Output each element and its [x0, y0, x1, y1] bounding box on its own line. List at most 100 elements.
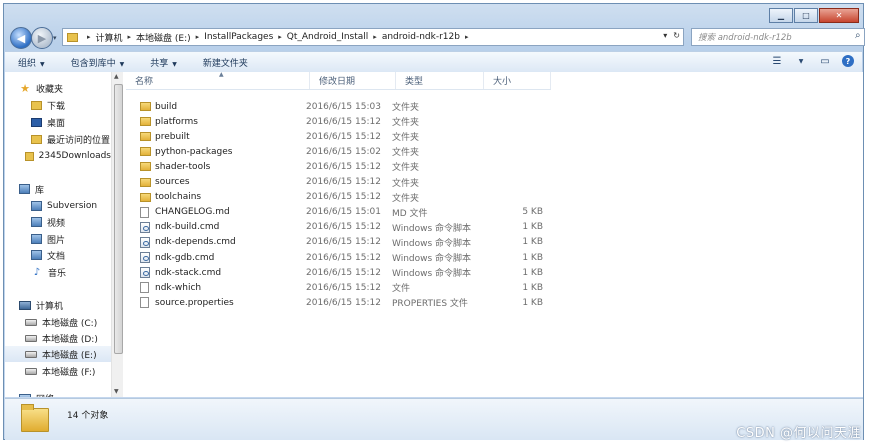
view-options-icon[interactable]: ☰ — [770, 55, 784, 67]
file-name: build — [155, 101, 178, 112]
file-list: 名称 ▲ 修改日期 类型 大小 build 2016/6/15 15:03 文件夹 p… — [126, 71, 863, 397]
sidebar-item-subversion[interactable]: Subversion — [5, 198, 111, 214]
breadcrumb-separator[interactable]: ▸ — [465, 33, 469, 41]
refresh-icon[interactable]: ↻ — [673, 31, 680, 40]
breadcrumb: ▸ 计算机 ▸ 本地磁盘 (E:) ▸ InstallPackages ▸ Qt… — [82, 31, 473, 44]
close-button[interactable]: ✕ — [819, 8, 859, 23]
breadcrumb-qt-android-install[interactable]: Qt_Android_Install — [287, 32, 369, 42]
table-row[interactable]: ndk-gdb.cmd 2016/6/15 15:12 Windows 命令脚本 1 … — [126, 250, 551, 265]
include-in-library-menu[interactable]: 包含到库中 ▼ — [58, 56, 138, 69]
maximize-button[interactable]: □ — [794, 8, 818, 23]
sidebar-item-recent[interactable]: 最近访问的位置 — [5, 131, 111, 147]
file-type-cell: 文件夹 — [392, 178, 420, 189]
forward-button[interactable]: ▶ — [31, 27, 53, 49]
table-row[interactable]: shader-tools 2016/6/15 15:12 文件夹 — [126, 159, 551, 174]
breadcrumb-separator[interactable]: ▸ — [373, 33, 377, 41]
sidebar-item-documents[interactable]: 文档 — [5, 247, 111, 263]
recent-pages-dropdown[interactable]: ▾ — [53, 34, 57, 42]
sidebar-item-desktop[interactable]: 桌面 — [5, 114, 111, 130]
search-input[interactable]: 搜索 android-ndk-r12b — [691, 28, 865, 46]
breadcrumb-separator[interactable]: ▸ — [278, 33, 282, 41]
breadcrumb-android-ndk[interactable]: android-ndk-r12b — [382, 32, 460, 42]
view-dropdown-icon[interactable]: ▼ — [794, 55, 808, 67]
file-name-cell[interactable]: python-packages — [126, 147, 306, 157]
folder-icon — [140, 177, 151, 187]
drive-icon — [25, 367, 37, 375]
sidebar-libraries[interactable]: 库 — [5, 181, 111, 197]
table-row[interactable]: CHANGELOG.md 2016/6/15 15:01 MD 文件 5 KB — [126, 205, 551, 220]
minimize-button[interactable]: ▁ — [769, 8, 793, 23]
file-name-cell[interactable]: prebuilt — [126, 132, 306, 142]
organize-menu[interactable]: 组织 ▼ — [5, 56, 58, 69]
file-name-cell[interactable]: ndk-stack.cmd — [126, 267, 306, 279]
address-dropdown-icon[interactable]: ▾ — [663, 31, 667, 40]
file-name-cell[interactable]: ndk-depends.cmd — [126, 236, 306, 248]
modified-date-cell: 2016/6/15 15:12 — [306, 267, 381, 278]
column-headers: 名称 ▲ 修改日期 类型 大小 — [126, 71, 551, 90]
breadcrumb-computer[interactable]: 计算机 — [96, 31, 123, 44]
address-bar[interactable]: ▸ 计算机 ▸ 本地磁盘 (E:) ▸ InstallPackages ▸ Qt… — [62, 28, 684, 46]
desktop-icon — [31, 117, 42, 127]
table-row[interactable]: ndk-stack.cmd 2016/6/15 15:12 Windows 命令脚本… — [126, 265, 551, 280]
column-header-type[interactable]: 类型 — [396, 72, 484, 89]
table-row[interactable]: ndk-build.cmd 2016/6/15 15:12 Windows 命令脚本… — [126, 220, 551, 235]
sidebar-network[interactable]: 网络 — [5, 390, 111, 397]
table-row[interactable]: python-packages 2016/6/15 15:02 文件夹 — [126, 144, 551, 159]
scroll-down-icon[interactable]: ▼ — [114, 388, 119, 395]
sidebar-item-videos[interactable]: 视频 — [5, 214, 111, 230]
scrollbar-thumb[interactable] — [114, 84, 123, 354]
sidebar-computer[interactable]: 计算机 — [5, 297, 111, 313]
table-row[interactable]: toolchains 2016/6/15 15:12 文件夹 — [126, 190, 551, 205]
file-name-cell[interactable]: platforms — [126, 117, 306, 127]
file-name-cell[interactable]: CHANGELOG.md — [126, 206, 306, 218]
column-date-label: 修改日期 — [319, 77, 356, 87]
file-name-cell[interactable]: ndk-which — [126, 282, 306, 294]
sidebar-item-pictures[interactable]: 图片 — [5, 231, 111, 247]
sidebar-item-music[interactable]: ♪ 音乐 — [5, 264, 111, 280]
table-row[interactable]: ndk-depends.cmd 2016/6/15 15:12 Windows 命令… — [126, 235, 551, 250]
column-header-name[interactable]: 名称 ▲ — [126, 71, 310, 89]
table-row[interactable]: sources 2016/6/15 15:12 文件夹 — [126, 175, 551, 190]
file-name-cell[interactable]: build — [126, 102, 306, 112]
back-button[interactable]: ◀ — [10, 27, 32, 49]
sidebar-favorites[interactable]: ★ 收藏夹 — [5, 80, 111, 96]
breadcrumb-separator[interactable]: ▸ — [128, 33, 132, 41]
column-header-size[interactable]: 大小 — [484, 72, 551, 89]
sidebar-item-2345downloads[interactable]: 2345Downloads — [5, 148, 111, 164]
table-row[interactable]: build 2016/6/15 15:03 文件夹 — [126, 99, 551, 114]
file-name-cell[interactable]: source.properties — [126, 297, 306, 309]
file-name-cell[interactable]: toolchains — [126, 192, 306, 202]
file-name: source.properties — [155, 297, 234, 308]
caption-buttons: ▁ □ ✕ — [768, 8, 859, 23]
modified-date-cell: 2016/6/15 15:12 — [306, 161, 381, 172]
table-row[interactable]: platforms 2016/6/15 15:12 文件夹 — [126, 114, 551, 129]
breadcrumb-drive-e[interactable]: 本地磁盘 (E:) — [136, 31, 191, 44]
file-name-cell[interactable]: ndk-build.cmd — [126, 221, 306, 233]
column-header-date[interactable]: 修改日期 — [310, 72, 396, 89]
sidebar-item-drive-c[interactable]: 本地磁盘 (C:) — [5, 314, 111, 330]
scroll-up-icon[interactable]: ▲ — [114, 73, 119, 80]
share-menu[interactable]: 共享 ▼ — [137, 56, 190, 69]
breadcrumb-separator[interactable]: ▸ — [196, 33, 200, 41]
file-name-cell[interactable]: sources — [126, 177, 306, 187]
file-name-cell[interactable]: ndk-gdb.cmd — [126, 252, 306, 263]
drive-icon — [25, 318, 37, 326]
sidebar-item-downloads[interactable]: 下载 — [5, 97, 111, 113]
sidebar-item-drive-d[interactable]: 本地磁盘 (D:) — [5, 330, 111, 346]
chevron-down-icon: ▼ — [119, 60, 125, 68]
navigation-scrollbar[interactable]: ▲ ▼ — [111, 72, 123, 397]
downloads-folder-icon — [31, 100, 42, 110]
table-row[interactable]: ndk-which 2016/6/15 15:12 文件 1 KB — [126, 280, 551, 295]
column-type-label: 类型 — [405, 77, 424, 87]
file-name-cell[interactable]: shader-tools — [126, 162, 306, 172]
new-folder-button[interactable]: 新建文件夹 — [190, 56, 261, 69]
sidebar-item-drive-e[interactable]: 本地磁盘 (E:) — [5, 346, 111, 362]
help-icon[interactable]: ? — [842, 55, 854, 67]
sidebar-item-drive-f[interactable]: 本地磁盘 (F:) — [5, 363, 111, 379]
navigation-row: ◀ ▶ ▾ ▸ 计算机 ▸ 本地磁盘 (E:) ▸ InstallPackage… — [10, 26, 865, 50]
breadcrumb-installpackages[interactable]: InstallPackages — [204, 32, 273, 42]
table-row[interactable]: prebuilt 2016/6/15 15:12 文件夹 — [126, 129, 551, 144]
preview-pane-icon[interactable]: ▭ — [818, 55, 832, 67]
table-row[interactable]: source.properties 2016/6/15 15:12 PROPERTI… — [126, 295, 551, 310]
details-pane: 14 个对象 — [5, 398, 863, 440]
